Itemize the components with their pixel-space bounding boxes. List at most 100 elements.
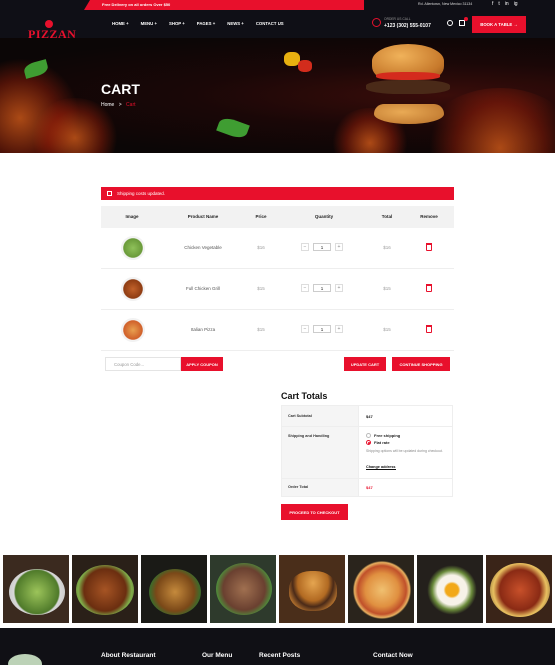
row-divider (282, 426, 452, 427)
quantity-increase-button[interactable]: + (335, 243, 343, 251)
shipping-note: Shipping options will be updated during … (366, 449, 443, 453)
flat-rate-label[interactable]: Flat rate (374, 440, 390, 445)
update-cart-button[interactable]: UPDATE CART (344, 357, 386, 371)
quantity-input[interactable]: 1 (313, 284, 331, 292)
quantity-stepper: − 1 + (301, 325, 343, 333)
change-address-link[interactable]: Change address (366, 465, 396, 470)
gallery-image[interactable] (3, 555, 69, 623)
cart-totals-table: Cart Subtotal $47 Shipping and Handling … (281, 405, 453, 497)
quantity-stepper: − 1 + (301, 243, 343, 251)
totals-label-column (282, 406, 359, 496)
burger-bun-bottom (374, 104, 444, 124)
quantity-decrease-button[interactable]: − (301, 243, 309, 251)
cart-totals-title: Cart Totals (281, 391, 328, 401)
gallery-image[interactable] (72, 555, 138, 623)
table-row: Full Chicken Grill $15 − 1 + $15 (101, 269, 454, 310)
column-header: Product Name (187, 214, 219, 219)
quantity-increase-button[interactable]: + (335, 325, 343, 333)
main-nav: HOME + MENU + SHOP + PAGES + NEWS + CONT… (112, 21, 284, 26)
column-header: Total (381, 214, 393, 219)
book-table-button[interactable]: BOOK A TABLE → (472, 16, 526, 33)
product-price: $16 (257, 245, 265, 250)
instagram-icon[interactable]: ig (514, 1, 518, 7)
food-gallery (3, 555, 553, 623)
basil-leaf-icon (216, 115, 250, 141)
alert-message: Shipping costs updated. (117, 191, 166, 196)
gallery-image[interactable] (417, 555, 483, 623)
continue-shopping-button[interactable]: CONTINUE SHOPPING (392, 357, 450, 371)
nav-pages[interactable]: PAGES + (197, 21, 215, 26)
twitter-icon[interactable]: t (498, 1, 499, 7)
trash-icon[interactable] (426, 325, 432, 333)
breadcrumb-current: Cart (126, 102, 136, 108)
product-name[interactable]: Chicken Vegetable (184, 245, 222, 250)
notice-icon (107, 191, 112, 196)
product-total: $16 (383, 245, 391, 250)
footer-heading: Recent Posts (259, 652, 301, 659)
quantity-decrease-button[interactable]: − (301, 325, 309, 333)
table-row: Chicken Vegetable $16 − 1 + $16 (101, 228, 454, 269)
page-title: CART (101, 81, 140, 97)
site-footer: About Restaurant Our Menu Recent Posts C… (0, 628, 555, 665)
product-name[interactable]: Full Chicken Grill (186, 286, 220, 291)
nav-contact[interactable]: CONTACT US (256, 21, 284, 26)
product-total: $15 (383, 286, 391, 291)
gallery-image[interactable] (141, 555, 207, 623)
gallery-image[interactable] (486, 555, 552, 623)
column-header: Image (125, 214, 139, 219)
nav-news[interactable]: NEWS + (227, 21, 244, 26)
trash-icon[interactable] (426, 284, 432, 292)
nav-home[interactable]: HOME + (112, 21, 129, 26)
gallery-image[interactable] (348, 555, 414, 623)
coupon-input[interactable]: Coupon Code... (105, 357, 181, 371)
cart-badge (464, 17, 468, 21)
nav-menu[interactable]: MENU + (141, 21, 157, 26)
leaf-decoration-icon (8, 654, 42, 665)
subtotal-value: $47 (366, 414, 373, 419)
product-price: $15 (257, 286, 265, 291)
quantity-input[interactable]: 1 (313, 243, 331, 251)
call-label: ORDER US CALL (384, 17, 411, 21)
cart-table-header: Image Product Name Price Quantity Total … (101, 206, 454, 228)
free-shipping-radio[interactable] (366, 433, 371, 438)
top-bar: Free Delivery on all orders Over $50 Rd.… (0, 0, 555, 10)
row-divider (282, 478, 452, 479)
shipping-updated-alert: Shipping costs updated. (101, 187, 454, 200)
footer-heading: Contact Now (373, 652, 413, 659)
breadcrumb-separator: > (118, 102, 122, 108)
flame-decoration (420, 88, 555, 153)
facebook-icon[interactable]: f (492, 1, 493, 7)
cart-icon[interactable] (459, 17, 468, 26)
table-row: Italian Pizza $15 − 1 + $15 (101, 310, 454, 351)
trash-icon[interactable] (426, 243, 432, 251)
apply-coupon-button[interactable]: APPLY COUPON (181, 357, 223, 371)
footer-heading: Our Menu (202, 652, 233, 659)
shipping-label: Shipping and Handling (288, 434, 330, 438)
breadcrumb-home[interactable]: Home (101, 102, 114, 108)
nav-shop[interactable]: SHOP + (169, 21, 185, 26)
quantity-increase-button[interactable]: + (335, 284, 343, 292)
flat-rate-radio[interactable] (366, 440, 371, 445)
product-image[interactable] (121, 277, 145, 301)
gallery-image[interactable] (210, 555, 276, 623)
subtotal-label: Cart Subtotal (288, 414, 312, 418)
burger-tomato (376, 72, 440, 80)
quantity-input[interactable]: 1 (313, 325, 331, 333)
gallery-image[interactable] (279, 555, 345, 623)
phone-icon (372, 18, 381, 27)
product-image[interactable] (121, 236, 145, 260)
search-icon[interactable] (447, 20, 453, 26)
order-total-label: Order Total (288, 485, 309, 489)
order-total-value: $47 (366, 485, 373, 490)
column-header: Price (255, 214, 267, 219)
quantity-stepper: − 1 + (301, 284, 343, 292)
proceed-to-checkout-button[interactable]: PROCEED TO CHECKOUT (281, 504, 348, 520)
linkedin-icon[interactable]: in (505, 1, 509, 7)
footer-heading: About Restaurant (101, 652, 156, 659)
breadcrumb: Home > Cart (101, 102, 136, 108)
product-name[interactable]: Italian Pizza (191, 327, 215, 332)
product-image[interactable] (121, 318, 145, 342)
quantity-decrease-button[interactable]: − (301, 284, 309, 292)
free-shipping-label[interactable]: Free shipping (374, 433, 400, 438)
product-price: $15 (257, 327, 265, 332)
